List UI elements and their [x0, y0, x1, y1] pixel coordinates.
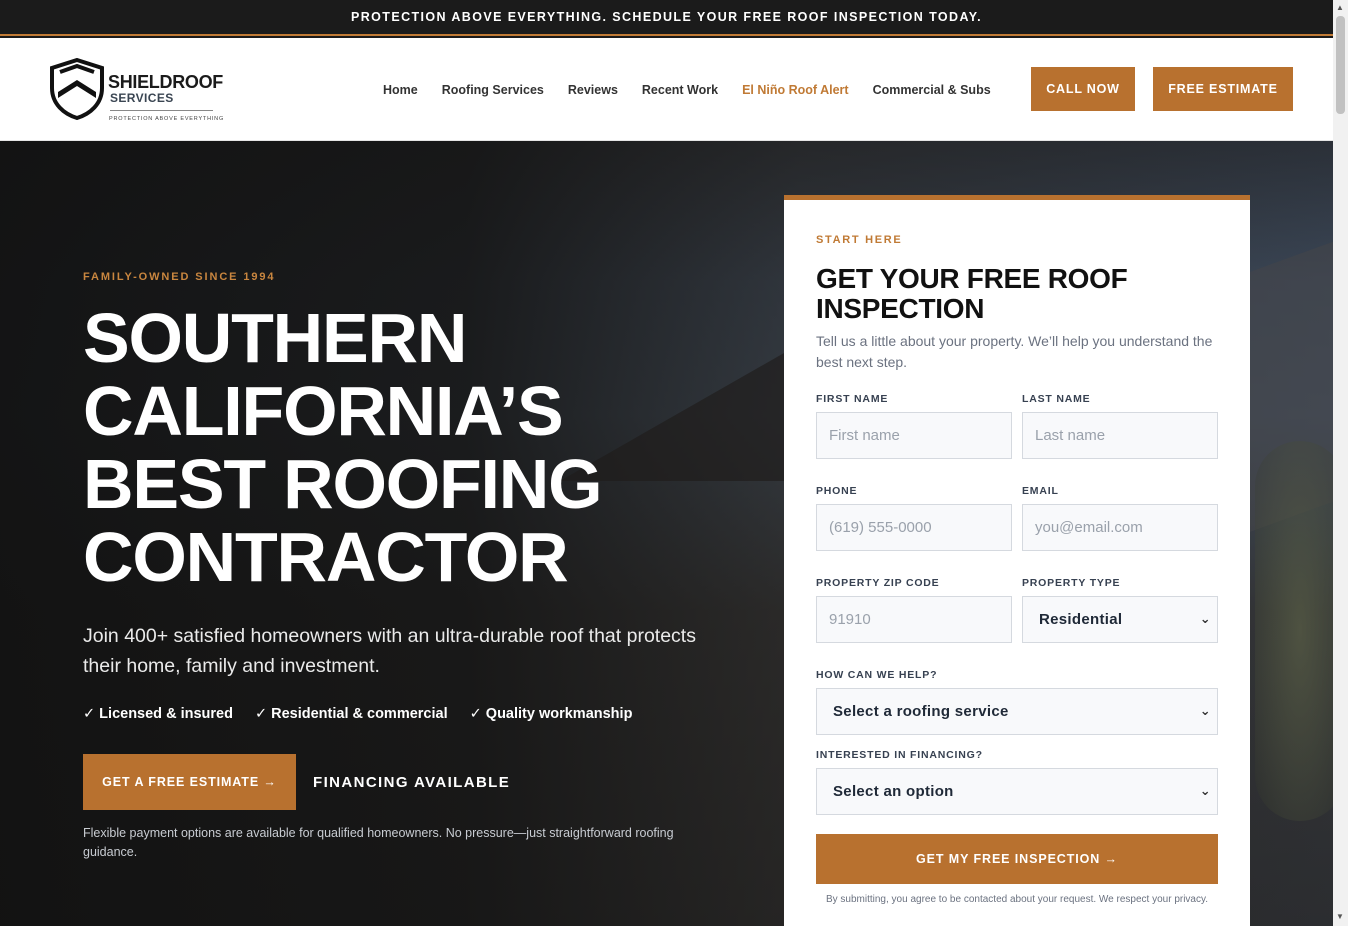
email-label: EMAIL: [1022, 485, 1059, 497]
free-estimate-button[interactable]: FREE ESTIMATE: [1153, 67, 1293, 111]
last-name-label: LAST NAME: [1022, 393, 1091, 405]
logo-divider: [110, 110, 213, 111]
hero-section: FAMILY-OWNED SINCE 1994 SOUTHERN CALIFOR…: [0, 141, 1333, 926]
form-description: Tell us a little about your property. We…: [816, 333, 1213, 370]
form-kicker: START HERE: [816, 234, 903, 246]
scrollbar-thumb[interactable]: [1336, 16, 1345, 114]
logo-wordmark: SHIELDROOF: [108, 72, 224, 92]
check-quality: ✓ Quality workmanship: [469, 706, 633, 722]
zip-field[interactable]: 91910: [816, 596, 1012, 643]
logo-subword: SERVICES: [110, 91, 174, 105]
hero-checklist: ✓ Licensed & insured ✓ Residential & com…: [83, 706, 632, 722]
shield-icon: [50, 58, 104, 120]
service-select-value: Select a roofing service: [833, 703, 1009, 720]
nav-recent-work[interactable]: Recent Work: [642, 83, 718, 97]
nav-reviews[interactable]: Reviews: [568, 83, 618, 97]
privacy-notice: By submitting, you agree to be contacted…: [825, 894, 1209, 905]
phone-field[interactable]: (619) 555-0000: [816, 504, 1012, 551]
hero-background-tree: [1255, 441, 1333, 821]
nav-home[interactable]: Home: [383, 83, 418, 97]
form-title: GET YOUR FREE ROOF INSPECTION: [816, 263, 1128, 324]
nav-roofing-services[interactable]: Roofing Services: [442, 83, 544, 97]
chevron-down-icon: ⌄: [1199, 703, 1211, 718]
logo[interactable]: SHIELDROOF SERVICES PROTECTION ABOVE EVE…: [50, 58, 230, 128]
nav-commercial-subs[interactable]: Commercial & Subs: [873, 83, 991, 97]
page-scrollbar[interactable]: ▲ ▼: [1333, 0, 1348, 926]
financing-select[interactable]: Select an option ⌄: [816, 768, 1218, 815]
scroll-down-arrow-icon[interactable]: ▼: [1336, 912, 1344, 921]
chevron-down-icon: ⌄: [1199, 611, 1211, 626]
hero-title: SOUTHERN CALIFORNIA’S BEST ROOFING CONTR…: [83, 299, 603, 596]
help-label: HOW CAN WE HELP?: [816, 669, 938, 681]
phone-label: PHONE: [816, 485, 858, 497]
site-header: SHIELDROOF SERVICES PROTECTION ABOVE EVE…: [0, 38, 1333, 141]
scroll-up-arrow-icon[interactable]: ▲: [1336, 3, 1344, 12]
inspection-form-card: START HERE GET YOUR FREE ROOF INSPECTION…: [784, 195, 1250, 926]
last-name-field[interactable]: Last name: [1022, 412, 1218, 459]
logo-tagline: PROTECTION ABOVE EVERYTHING: [109, 116, 225, 122]
financing-link[interactable]: FINANCING AVAILABLE: [313, 774, 510, 791]
announcement-bar: PROTECTION ABOVE EVERYTHING. SCHEDULE YO…: [0, 0, 1333, 36]
service-select[interactable]: Select a roofing service ⌄: [816, 688, 1218, 735]
zip-label: PROPERTY ZIP CODE: [816, 577, 940, 589]
financing-label: INTERESTED IN FINANCING?: [816, 749, 983, 761]
property-type-label: PROPERTY TYPE: [1022, 577, 1121, 589]
chevron-down-icon: ⌄: [1199, 783, 1211, 798]
check-licensed: ✓ Licensed & insured: [83, 706, 233, 722]
financing-fineprint: Flexible payment options are available f…: [83, 826, 674, 859]
property-type-value: Residential: [1039, 611, 1123, 628]
financing-select-value: Select an option: [833, 783, 954, 800]
first-name-label: FIRST NAME: [816, 393, 889, 405]
call-now-button[interactable]: CALL NOW: [1031, 67, 1135, 111]
property-type-select[interactable]: Residential ⌄: [1022, 596, 1218, 643]
hero-subtitle: Join 400+ satisfied homeowners with an u…: [83, 625, 696, 677]
submit-inspection-button[interactable]: GET MY FREE INSPECTION →: [816, 834, 1218, 884]
first-name-field[interactable]: First name: [816, 412, 1012, 459]
check-residential-commercial: ✓ Residential & commercial: [254, 706, 448, 722]
nav-el-nino-alert[interactable]: El Niño Roof Alert: [742, 83, 848, 97]
hero-kicker: FAMILY-OWNED SINCE 1994: [83, 271, 276, 283]
main-nav: Home Roofing Services Reviews Recent Wor…: [383, 38, 991, 141]
email-field[interactable]: you@email.com: [1022, 504, 1218, 551]
hero-estimate-button[interactable]: GET A FREE ESTIMATE →: [83, 754, 296, 810]
